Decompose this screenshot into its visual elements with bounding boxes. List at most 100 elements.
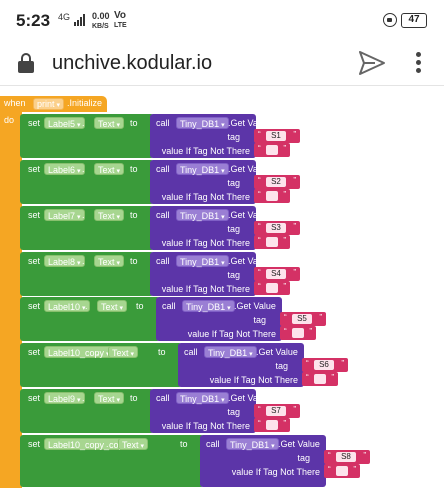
overflow-menu-icon[interactable]: [414, 52, 422, 74]
default-text-block[interactable]: “”: [302, 372, 338, 386]
tinydb-get-value-block[interactable]: call Tiny_DB1.Get Value tag value If Tag No…: [200, 435, 326, 487]
tag-value[interactable]: S6: [314, 360, 334, 370]
tag-text-block[interactable]: “ S5 ”: [280, 312, 326, 326]
quote-close: ”: [283, 190, 286, 199]
tag-text-block[interactable]: “ S3 ”: [254, 221, 300, 235]
tinydb-get-value-block[interactable]: call Tiny_DB1.Get Value tag value If Tag No…: [150, 252, 270, 296]
default-value[interactable]: [314, 374, 326, 384]
to-label: to: [158, 347, 166, 357]
status-time: 5:23: [16, 11, 51, 30]
tag-value[interactable]: S5: [292, 314, 312, 324]
dot-label: .: [96, 347, 99, 357]
tinydb-get-value-block[interactable]: call Tiny_DB1.Get Value tag value If Tag No…: [156, 297, 282, 341]
to-label: to: [130, 393, 138, 403]
default-text-block[interactable]: “”: [280, 326, 316, 340]
set-block[interactable]: setLabel10_copy_copy.Textto: [20, 435, 204, 487]
tinydb-dropdown[interactable]: Tiny_DB1: [204, 346, 257, 358]
property-dropdown[interactable]: Text: [108, 346, 138, 358]
network-speed: 0.00 KB/S: [92, 12, 110, 31]
tag-value[interactable]: S8: [336, 452, 356, 462]
set-block[interactable]: setLabel8. Textto: [20, 252, 154, 296]
default-value[interactable]: [292, 328, 304, 338]
component-dropdown[interactable]: Label10_copy: [44, 346, 114, 358]
property-dropdown[interactable]: Text: [94, 163, 124, 175]
method-name: .Get Value: [228, 118, 270, 128]
tag-text-block[interactable]: “ S6 ”: [302, 358, 348, 372]
component-dropdown[interactable]: Label8: [44, 255, 85, 267]
default-text-block[interactable]: “”: [254, 189, 290, 203]
tag-label: tag: [253, 315, 266, 325]
quote-open: “: [284, 313, 287, 322]
set-block[interactable]: setLabel10_copy. Text to: [20, 343, 182, 387]
quote-close: ”: [293, 130, 296, 139]
tinydb-dropdown[interactable]: Tiny_DB1: [176, 117, 229, 129]
property-dropdown[interactable]: Text: [94, 255, 124, 267]
call-label: call: [156, 210, 170, 220]
quote-open: “: [328, 451, 331, 460]
component-dropdown[interactable]: print: [33, 98, 64, 110]
set-label: set: [28, 393, 41, 403]
volte-indicator: Vo LTE: [114, 11, 127, 30]
default-value[interactable]: [266, 237, 278, 247]
url-text[interactable]: unchive.kodular.io: [52, 52, 212, 75]
network-speed-value: 0.00: [92, 11, 110, 21]
component-dropdown[interactable]: Label5: [44, 117, 85, 129]
property-dropdown[interactable]: Text: [118, 438, 148, 450]
tag-value[interactable]: S3: [266, 223, 286, 233]
tinydb-get-value-block[interactable]: call Tiny_DB1.Get Value tag value If Tag No…: [150, 160, 270, 204]
component-dropdown[interactable]: Label10: [44, 300, 90, 312]
default-value[interactable]: [266, 191, 278, 201]
tag-text-block[interactable]: “ S2 ”: [254, 175, 300, 189]
when-label: when: [4, 98, 26, 108]
quote-close: ”: [283, 419, 286, 428]
default-value[interactable]: [266, 420, 278, 430]
component-dropdown[interactable]: Label9: [44, 392, 85, 404]
tag-value[interactable]: S7: [266, 406, 286, 416]
tinydb-get-value-block[interactable]: call Tiny_DB1.Get Value tag value If Tag No…: [150, 389, 270, 433]
default-text-block[interactable]: “”: [254, 418, 290, 432]
set-block[interactable]: setLabel6. Textto: [20, 160, 154, 204]
default-value[interactable]: [266, 145, 278, 155]
tag-text-block[interactable]: “ S1 ”: [254, 129, 300, 143]
set-block[interactable]: setLabel5. Textto: [20, 114, 154, 158]
property-dropdown[interactable]: Text: [94, 392, 124, 404]
tag-value[interactable]: S1: [266, 131, 286, 141]
quote-close: ”: [309, 327, 312, 336]
tinydb-get-value-block[interactable]: call Tiny_DB1.Get Value tag value If Tag No…: [150, 206, 270, 250]
tinydb-get-value-block[interactable]: call Tiny_DB1.Get Value tag value If Tag No…: [178, 343, 304, 387]
set-block[interactable]: setLabel9. Textto: [20, 389, 154, 433]
default-text-block[interactable]: “”: [254, 235, 290, 249]
quote-close: ”: [283, 236, 286, 245]
tinydb-dropdown[interactable]: Tiny_DB1: [176, 163, 229, 175]
tinydb-get-value-block[interactable]: call Tiny_DB1.Get Value tag value If Tag No…: [150, 114, 270, 158]
default-text-block[interactable]: “”: [324, 464, 360, 478]
property-dropdown[interactable]: Text: [97, 300, 127, 312]
property-dropdown[interactable]: Text: [94, 209, 124, 221]
default-text-block[interactable]: “”: [254, 281, 290, 295]
dot-label: .: [85, 301, 88, 311]
component-dropdown[interactable]: Label7: [44, 209, 85, 221]
blocks-workspace[interactable]: when print .Initialize do setLabel5.Text…: [0, 86, 444, 500]
tinydb-dropdown[interactable]: Tiny_DB1: [182, 300, 235, 312]
set-block[interactable]: setLabel10. Textto: [20, 297, 160, 341]
tag-text-block[interactable]: “ S8 ”: [324, 450, 370, 464]
default-value[interactable]: [266, 283, 278, 293]
tinydb-dropdown[interactable]: Tiny_DB1: [226, 438, 279, 450]
lock-icon[interactable]: [18, 53, 34, 73]
tag-value[interactable]: S4: [266, 269, 286, 279]
set-block[interactable]: setLabel7. Textto: [20, 206, 154, 250]
tag-text-block[interactable]: “ S7 ”: [254, 404, 300, 418]
tinydb-dropdown[interactable]: Tiny_DB1: [176, 209, 229, 221]
tinydb-dropdown[interactable]: Tiny_DB1: [176, 392, 229, 404]
quote-close: ”: [353, 465, 356, 474]
send-icon[interactable]: [358, 50, 386, 76]
default-value[interactable]: [336, 466, 348, 476]
tag-value[interactable]: S2: [266, 177, 286, 187]
tinydb-dropdown[interactable]: Tiny_DB1: [176, 255, 229, 267]
default-text-block[interactable]: “”: [254, 143, 290, 157]
rotation-lock-icon: [383, 13, 397, 27]
component-dropdown[interactable]: Label6: [44, 163, 85, 175]
event-name: .Initialize: [67, 98, 103, 108]
tag-text-block[interactable]: “ S4 ”: [254, 267, 300, 281]
property-dropdown[interactable]: Text: [94, 117, 124, 129]
